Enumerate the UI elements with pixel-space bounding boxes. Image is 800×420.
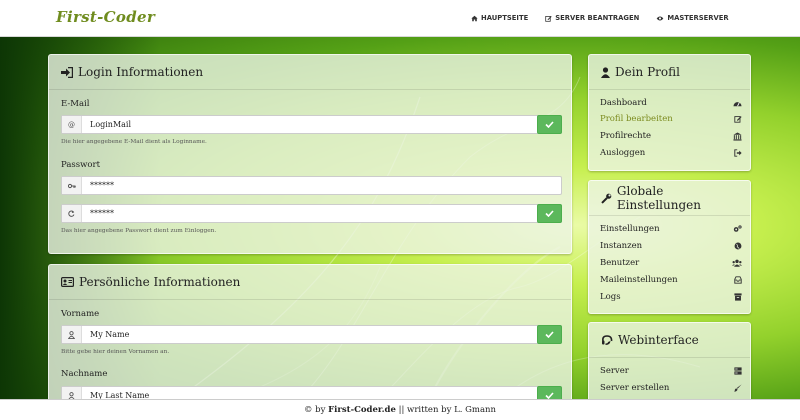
webinterface-header: Webinterface <box>589 323 750 358</box>
wrench-icon <box>601 193 612 204</box>
footer-site-link[interactable]: First-Coder.de <box>328 405 396 415</box>
firstname-field[interactable]: My Name <box>82 326 561 343</box>
check-icon <box>545 331 554 338</box>
edit-icon <box>545 15 552 22</box>
nav-server-beantragen[interactable]: SERVER BEANTRAGEN <box>545 14 639 22</box>
personal-info-panel: Persönliche Informationen Vorname My Nam… <box>48 264 572 414</box>
global-item-maileinstellungen-label: Maileinstellungen <box>600 275 678 285</box>
check-icon <box>545 121 554 128</box>
check-icon <box>545 210 554 217</box>
users-icon <box>732 259 742 267</box>
profile-item-dashboard-label: Dashboard <box>600 98 647 108</box>
profile-header: Dein Profil <box>589 55 750 90</box>
global-item-einstellungen-label: Einstellungen <box>600 224 660 234</box>
nav-hauptseite[interactable]: HAUPTSEITE <box>471 14 528 22</box>
profile-item-edit-label: Profil bearbeiten <box>600 114 673 124</box>
footer-author: L. Gmann <box>454 405 497 415</box>
user-icon <box>601 66 610 78</box>
bank-icon <box>733 131 742 141</box>
at-icon: @ <box>62 116 82 133</box>
archive-icon <box>734 293 742 301</box>
nav-hauptseite-label: HAUPTSEITE <box>481 14 529 22</box>
nav-masterserver-label: MASTERSERVER <box>667 14 729 22</box>
footer: © by First-Coder.de || written by L. Gma… <box>0 399 800 420</box>
global-item-logs-label: Logs <box>600 292 621 302</box>
id-card-icon <box>61 277 74 287</box>
webinterface-item-create-label: Server erstellen <box>600 383 670 393</box>
global-settings-title: Globale Einstellungen <box>616 184 701 212</box>
login-info-title: Login Informationen <box>78 65 204 79</box>
email-input-group: @ LoginMail <box>61 115 562 134</box>
top-navbar: First-Coder HAUPTSEITE SERVER BEANTRAGEN… <box>0 0 800 37</box>
personal-info-header: Persönliche Informationen <box>49 265 571 300</box>
webinterface-item-server-label: Server <box>600 366 629 376</box>
footer-middle: || written by <box>398 405 452 415</box>
key-icon <box>62 177 82 194</box>
login-info-panel: Login Informationen E-Mail @ LoginMail D… <box>48 54 572 254</box>
password-repeat-field[interactable]: ****** <box>82 205 561 222</box>
global-settings-header: Globale Einstellungen <box>589 181 750 216</box>
home-icon <box>471 15 478 21</box>
footer-prefix: © by <box>303 405 326 415</box>
email-label: E-Mail <box>61 99 90 109</box>
profile-item-logout[interactable]: Ausloggen <box>600 148 742 158</box>
global-item-maileinstellungen[interactable]: Maileinstellungen <box>600 275 742 285</box>
password-field[interactable]: ****** <box>82 177 561 194</box>
profile-item-dashboard[interactable]: Dashboard <box>600 98 742 108</box>
inbox-icon <box>734 276 742 284</box>
global-item-instanzen-label: Instanzen <box>600 241 643 251</box>
lastname-label: Nachname <box>61 369 108 379</box>
webinterface-title: Webinterface <box>618 333 699 347</box>
gears-icon <box>733 225 742 232</box>
webinterface-item-create[interactable]: Server erstellen <box>600 383 742 393</box>
eye-icon <box>656 16 664 20</box>
global-item-instanzen[interactable]: Instanzen <box>600 241 742 251</box>
login-info-header: Login Informationen <box>49 55 571 90</box>
global-item-einstellungen[interactable]: Einstellungen <box>600 224 742 234</box>
profile-item-edit[interactable]: Profil bearbeiten <box>600 114 742 124</box>
server-icon <box>734 367 742 375</box>
webinterface-item-server[interactable]: Server <box>600 366 742 376</box>
firstname-confirm-button[interactable] <box>537 325 562 344</box>
user-icon <box>62 326 82 343</box>
password-repeat-input-group: ****** <box>61 204 562 223</box>
teamspeak-icon <box>602 334 613 345</box>
refresh-icon <box>62 205 82 222</box>
password-label: Passwort <box>61 160 101 170</box>
password-confirm-button[interactable] <box>537 204 562 223</box>
nav-masterserver[interactable]: MASTERSERVER <box>656 14 729 22</box>
profile-item-rights-label: Profilrechte <box>600 131 652 141</box>
globe-icon <box>734 242 742 250</box>
main-nav: HAUPTSEITE SERVER BEANTRAGEN MASTERSERVE… <box>471 14 746 22</box>
firstname-help-text: Bitte gebe hier deinen Vornamen an. <box>61 349 170 355</box>
dashboard-icon <box>733 101 742 106</box>
global-item-benutzer-label: Benutzer <box>600 258 640 268</box>
check-icon <box>545 392 554 399</box>
brand-logo[interactable]: First-Coder <box>56 8 155 26</box>
profile-item-rights[interactable]: Profilrechte <box>600 131 742 141</box>
sign-in-icon <box>61 66 73 78</box>
firstname-label: Vorname <box>61 309 100 319</box>
paint-brush-icon <box>734 384 742 392</box>
password-input-group: ****** <box>61 176 562 195</box>
firstname-input-group: My Name <box>61 325 562 344</box>
profile-panel: Dein Profil Dashboard Profil bearbeiten … <box>588 54 751 171</box>
global-item-logs[interactable]: Logs <box>600 292 742 302</box>
global-settings-panel: Globale Einstellungen Einstellungen Inst… <box>588 180 751 314</box>
edit-icon <box>734 116 742 123</box>
profile-item-logout-label: Ausloggen <box>600 148 646 158</box>
email-field[interactable]: LoginMail <box>82 116 561 133</box>
profile-title: Dein Profil <box>615 65 680 79</box>
global-item-benutzer[interactable]: Benutzer <box>600 258 742 268</box>
email-confirm-button[interactable] <box>537 115 562 134</box>
personal-info-title: Persönliche Informationen <box>79 275 241 289</box>
nav-server-beantragen-label: SERVER BEANTRAGEN <box>555 14 640 22</box>
email-help-text: Die hier angegebene E-Mail dient als Log… <box>61 139 207 145</box>
sign-out-icon <box>734 149 742 157</box>
password-help-text: Das hier angegebene Passwort dient zum E… <box>61 228 217 234</box>
